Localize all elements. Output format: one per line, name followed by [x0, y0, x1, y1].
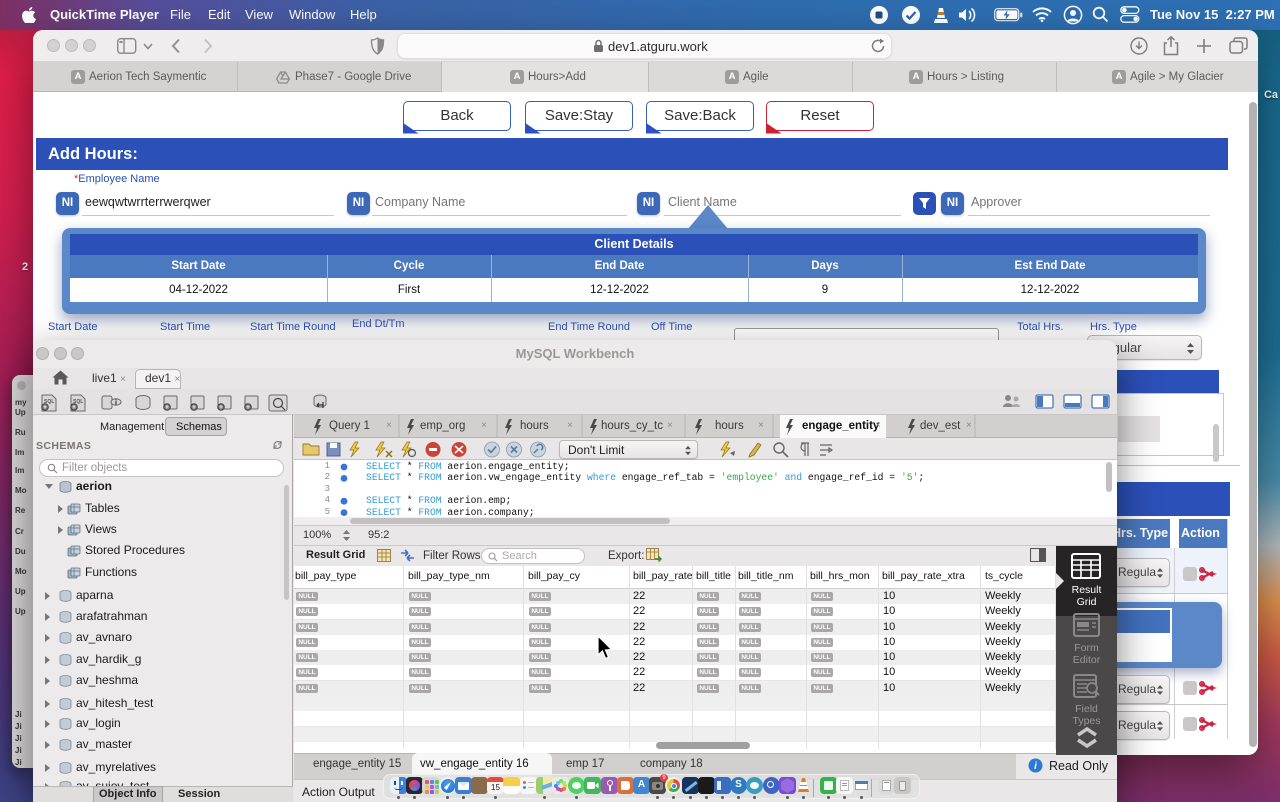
svg-text:+: +: [165, 405, 169, 411]
svg-text:+: +: [246, 405, 250, 411]
svg-text:+: +: [219, 405, 223, 411]
svg-text:+: +: [72, 405, 76, 411]
svg-text:i: i: [115, 398, 117, 407]
svg-text:+: +: [192, 405, 196, 411]
svg-text:+: +: [43, 405, 47, 411]
svg-text:i: i: [1034, 761, 1037, 772]
